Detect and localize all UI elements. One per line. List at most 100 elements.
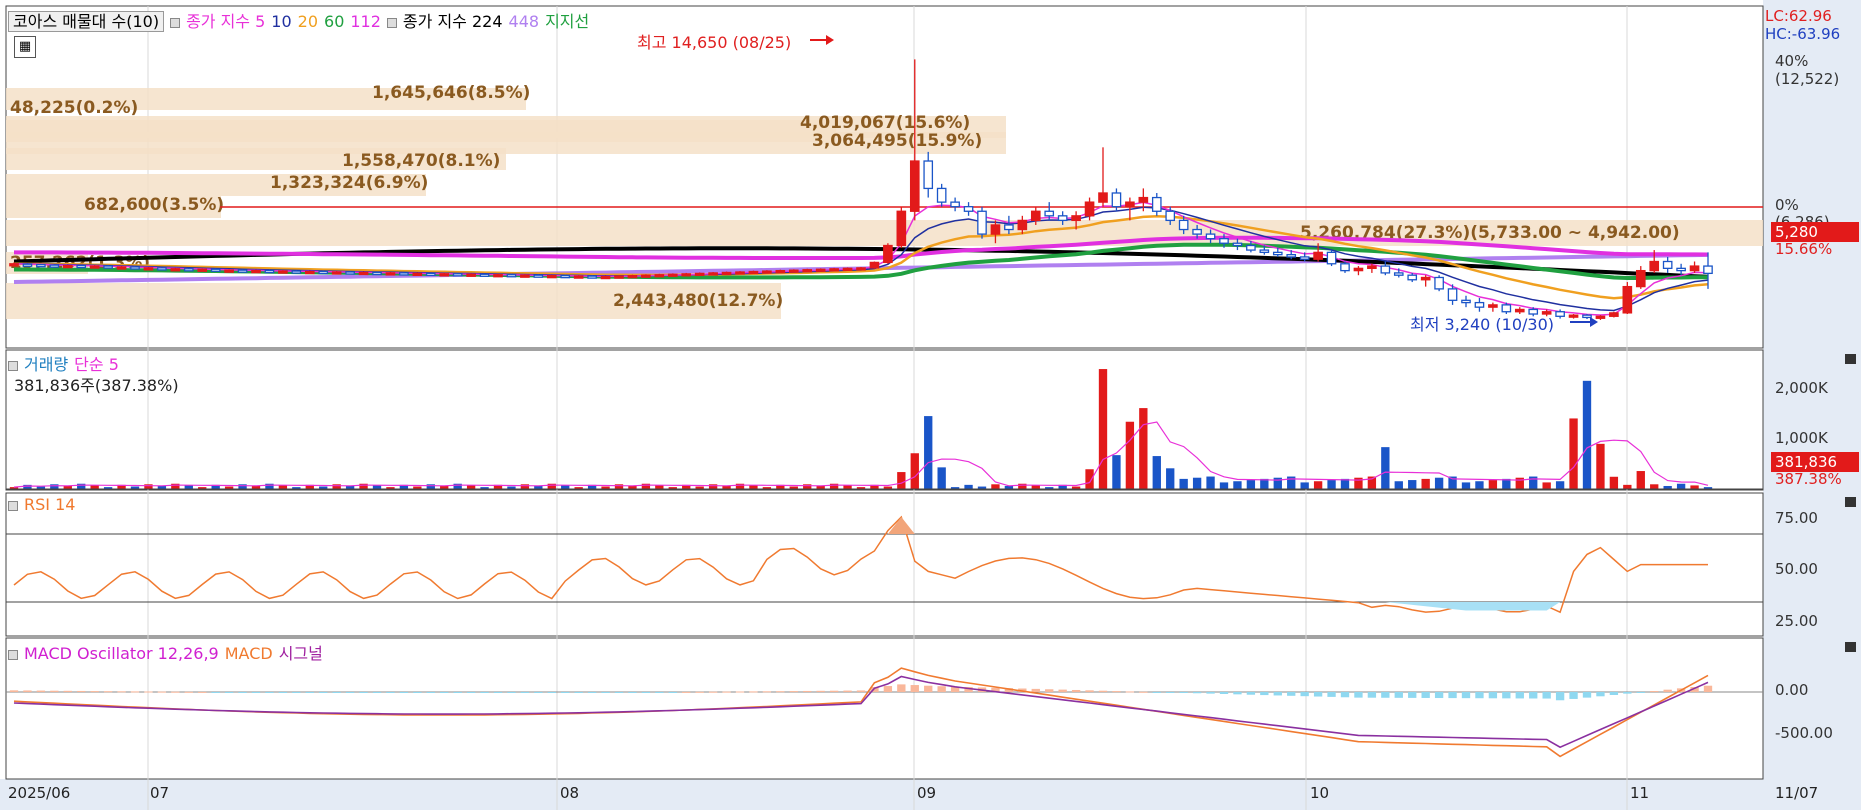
- macd-osc-bar: [211, 692, 220, 693]
- volume-current-badge: 381,836: [1771, 452, 1859, 472]
- volume-bar: [1609, 476, 1619, 489]
- candle-body: [762, 270, 772, 274]
- volume-current-pct: 387.38%: [1775, 470, 1842, 488]
- macd-osc-bar: [1273, 692, 1282, 696]
- y-label-0pct: 0%: [1775, 196, 1799, 214]
- candle-body: [1461, 299, 1471, 304]
- volume-bar: [708, 484, 718, 489]
- candle-body: [130, 266, 140, 270]
- candle-body: [1219, 238, 1229, 244]
- candle-body: [1474, 301, 1485, 308]
- x-label-11: 11: [1630, 784, 1650, 802]
- macd-osc-bar: [1448, 692, 1457, 699]
- macd-osc-bar: [1461, 692, 1471, 699]
- macd-minimize-button[interactable]: [1845, 642, 1856, 652]
- candle-body: [224, 269, 234, 273]
- volume-bar: [466, 485, 476, 489]
- volume-bar: [964, 484, 973, 489]
- volume-profile-label: 1,323,324(6.9%): [270, 173, 428, 193]
- macd-osc-bar: [1327, 692, 1336, 697]
- macd-osc-bar: [749, 691, 758, 693]
- macd-osc-bar: [1260, 692, 1269, 696]
- candle-body: [1367, 265, 1377, 269]
- candle-body: [1004, 224, 1014, 231]
- volume-toggle-icon[interactable]: [8, 360, 18, 371]
- volume-bar: [614, 484, 624, 489]
- candle-body: [452, 273, 463, 277]
- candle-body: [385, 272, 396, 276]
- lc-label: LC:62.96: [1765, 7, 1832, 25]
- macd-osc-bar: [1555, 692, 1565, 701]
- ma112-label: 112: [350, 12, 381, 31]
- rsi-y-25: 25.00: [1775, 612, 1818, 630]
- macd-osc-bar: [184, 691, 193, 693]
- series-title-button[interactable]: 코아스 매물대 수(10): [8, 11, 165, 32]
- macd-y-0: 0.00: [1775, 681, 1809, 699]
- candle-body: [425, 272, 436, 277]
- macd-osc-bar: [238, 692, 247, 693]
- macd-osc-bar: [1650, 691, 1659, 693]
- rsi-minimize-button[interactable]: [1845, 497, 1856, 507]
- candle-body: [1407, 274, 1418, 281]
- candle-body: [963, 206, 974, 212]
- rsi-toggle-icon[interactable]: [8, 500, 18, 511]
- candle-body: [1555, 311, 1565, 317]
- macd-toggle-icon[interactable]: [8, 649, 18, 660]
- volume-profile-label: 4,019,067(15.6%): [800, 113, 970, 133]
- macd-osc-bar: [520, 692, 530, 693]
- candle-body: [1030, 210, 1041, 222]
- volume-minimize-button[interactable]: [1845, 354, 1856, 364]
- candle-body: [1057, 215, 1068, 222]
- stock-chart[interactable]: 48,225(0.2%) 1,645,646(8.5%) 4,019,067(15.…: [0, 0, 1861, 810]
- volume-bar: [278, 485, 288, 489]
- candle-body: [372, 271, 382, 276]
- macd-osc-bar: [628, 692, 637, 693]
- volume-bar: [1152, 456, 1161, 489]
- macd-osc-bar: [789, 691, 798, 693]
- volume-bar: [1192, 477, 1202, 489]
- candle-body: [923, 160, 934, 190]
- macd-osc-bar: [319, 692, 328, 693]
- volume-bar: [1031, 485, 1040, 489]
- candle-body: [358, 271, 369, 276]
- macd-osc-bar: [722, 691, 731, 693]
- macd-osc-bar: [466, 692, 476, 693]
- candle-body: [533, 274, 544, 278]
- macd-osc-bar: [292, 692, 301, 693]
- macd-osc-bar: [130, 691, 140, 693]
- macd-osc-bar: [816, 690, 825, 692]
- macd-osc-bar: [1609, 692, 1619, 695]
- macd-osc-bar: [1085, 690, 1094, 692]
- macd-osc-bar: [224, 692, 234, 693]
- candle-body: [412, 272, 423, 277]
- current-price-badge: 5,280: [1771, 222, 1859, 242]
- macd-osc-bar: [937, 686, 946, 692]
- macd-osc-bar: [1475, 692, 1484, 699]
- macd-osc-bar: [1569, 692, 1578, 699]
- ma224-toggle-icon[interactable]: [386, 17, 397, 28]
- macd-osc-bar: [1502, 692, 1511, 699]
- volume-bar: [372, 485, 382, 489]
- candle-body: [479, 273, 490, 277]
- macd-osc-bar: [1354, 692, 1363, 698]
- macd-osc-bar: [103, 691, 113, 693]
- volume-bar: [1408, 480, 1417, 489]
- volume-bar: [749, 485, 758, 489]
- macd-osc-bar: [1636, 692, 1645, 693]
- macd-osc-bar: [1300, 692, 1309, 697]
- volume-bar: [1098, 369, 1108, 489]
- volume-bar: [1542, 482, 1551, 489]
- candle-body: [143, 267, 154, 271]
- candle-body: [439, 273, 450, 277]
- macd-osc-bar: [910, 685, 919, 692]
- macd-osc-bar: [762, 691, 772, 693]
- macd-osc-bar: [117, 691, 126, 693]
- candle-body: [49, 264, 60, 268]
- support-line-label: 지지선: [545, 12, 590, 31]
- macd-osc-bar: [1139, 691, 1148, 693]
- candle-body: [587, 275, 597, 279]
- table-grid-icon[interactable]: ▦: [14, 36, 36, 58]
- macd-osc-bar: [278, 692, 288, 693]
- candle-body: [1703, 265, 1713, 275]
- ma-toggle-icon[interactable]: [170, 17, 181, 28]
